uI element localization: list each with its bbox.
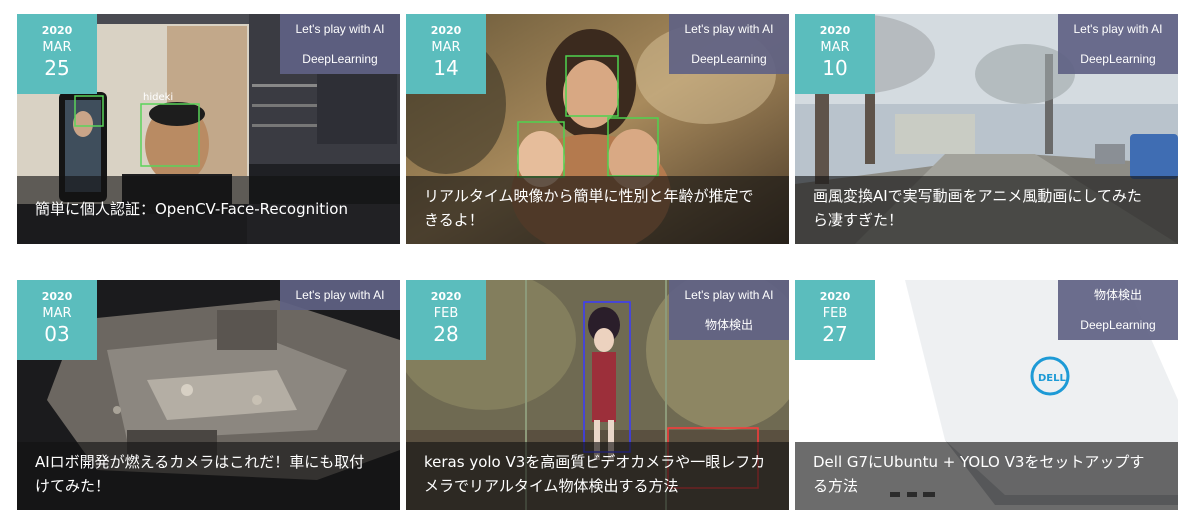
category-link[interactable]: Let's play with AI bbox=[669, 14, 789, 44]
category-link[interactable]: DeepLearning bbox=[1058, 44, 1178, 74]
date-day: 10 bbox=[822, 56, 848, 80]
date-month: FEB bbox=[433, 306, 459, 321]
category-link[interactable]: Let's play with AI bbox=[1058, 14, 1178, 44]
date-day: 14 bbox=[433, 56, 459, 80]
category-badges: Let's play with AI DeepLearning bbox=[1058, 14, 1178, 74]
category-link[interactable]: 物体検出 bbox=[669, 310, 789, 340]
date-month: MAR bbox=[42, 40, 72, 55]
category-link[interactable]: Let's play with AI bbox=[280, 14, 400, 44]
category-badges: 物体検出 DeepLearning bbox=[1058, 280, 1178, 340]
date-year: 2020 bbox=[41, 24, 73, 37]
post-title[interactable]: リアルタイム映像から簡単に性別と年齢が推定できるよ！ bbox=[424, 184, 767, 232]
post-title[interactable]: Dell G7にUbuntu + YOLO V3をセットアップする方法 bbox=[813, 450, 1156, 498]
post-caption: リアルタイム映像から簡単に性別と年齢が推定できるよ！ bbox=[406, 176, 789, 244]
date-month: MAR bbox=[431, 40, 461, 55]
post-card[interactable]: 2020 MAR 03 Let's play with AI AIロボ開発が燃え… bbox=[17, 280, 400, 510]
post-title[interactable]: keras yolo V3を高画質ビデオカメラや一眼レフカメラでリアルタイム物体… bbox=[424, 450, 767, 498]
category-link[interactable]: 物体検出 bbox=[1058, 280, 1178, 310]
date-year: 2020 bbox=[41, 290, 73, 303]
category-link[interactable]: Let's play with AI bbox=[280, 280, 400, 310]
post-title[interactable]: 簡単に個人認証：OpenCV-Face-Recognition bbox=[35, 197, 378, 221]
date-day: 27 bbox=[822, 322, 848, 346]
date-badge: 2020 MAR 25 bbox=[17, 14, 97, 94]
svg-text:DELL: DELL bbox=[1038, 373, 1067, 384]
post-card[interactable]: 2020 MAR 14 Let's play with AI DeepLearn… bbox=[406, 14, 789, 244]
post-card[interactable]: 2020 MAR 10 Let's play with AI DeepLearn… bbox=[795, 14, 1178, 244]
category-link[interactable]: DeepLearning bbox=[669, 44, 789, 74]
date-badge: 2020 FEB 28 bbox=[406, 280, 486, 360]
date-month: MAR bbox=[820, 40, 850, 55]
post-card[interactable]: DELL 2020 FEB 27 物体検出 DeepLearning Dell … bbox=[795, 280, 1178, 510]
post-caption: AIロボ開発が燃えるカメラはこれだ！車にも取付けてみた！ bbox=[17, 442, 400, 510]
date-month: FEB bbox=[822, 306, 848, 321]
post-caption: 画風変換AIで実写動画をアニメ風動画にしてみたら凄すぎた！ bbox=[795, 176, 1178, 244]
date-badge: 2020 MAR 10 bbox=[795, 14, 875, 94]
post-title[interactable]: AIロボ開発が燃えるカメラはこれだ！車にも取付けてみた！ bbox=[35, 450, 378, 498]
date-badge: 2020 MAR 14 bbox=[406, 14, 486, 94]
category-link[interactable]: DeepLearning bbox=[1058, 310, 1178, 340]
category-link[interactable]: DeepLearning bbox=[280, 44, 400, 74]
date-year: 2020 bbox=[430, 290, 462, 303]
date-day: 03 bbox=[44, 322, 70, 346]
post-caption: Dell G7にUbuntu + YOLO V3をセットアップする方法 bbox=[795, 442, 1178, 510]
category-badges: Let's play with AI 物体検出 bbox=[669, 280, 789, 340]
category-badges: Let's play with AI DeepLearning bbox=[669, 14, 789, 74]
post-grid: hideki 2020 MAR 25 Let's play with AI De… bbox=[0, 0, 1200, 527]
post-caption: 簡単に個人認証：OpenCV-Face-Recognition bbox=[17, 176, 400, 244]
date-badge: 2020 FEB 27 bbox=[795, 280, 875, 360]
post-card[interactable]: 2020 FEB 28 Let's play with AI 物体検出 kera… bbox=[406, 280, 789, 510]
post-card[interactable]: hideki 2020 MAR 25 Let's play with AI De… bbox=[17, 14, 400, 244]
date-badge: 2020 MAR 03 bbox=[17, 280, 97, 360]
date-month: MAR bbox=[42, 306, 72, 321]
date-year: 2020 bbox=[819, 290, 851, 303]
category-badges: Let's play with AI bbox=[280, 280, 400, 310]
post-caption: keras yolo V3を高画質ビデオカメラや一眼レフカメラでリアルタイム物体… bbox=[406, 442, 789, 510]
category-badges: Let's play with AI DeepLearning bbox=[280, 14, 400, 74]
date-day: 28 bbox=[433, 322, 459, 346]
category-link[interactable]: Let's play with AI bbox=[669, 280, 789, 310]
date-day: 25 bbox=[44, 56, 70, 80]
date-year: 2020 bbox=[430, 24, 462, 37]
face-label: hideki bbox=[143, 92, 173, 103]
date-year: 2020 bbox=[819, 24, 851, 37]
post-title[interactable]: 画風変換AIで実写動画をアニメ風動画にしてみたら凄すぎた！ bbox=[813, 184, 1156, 232]
